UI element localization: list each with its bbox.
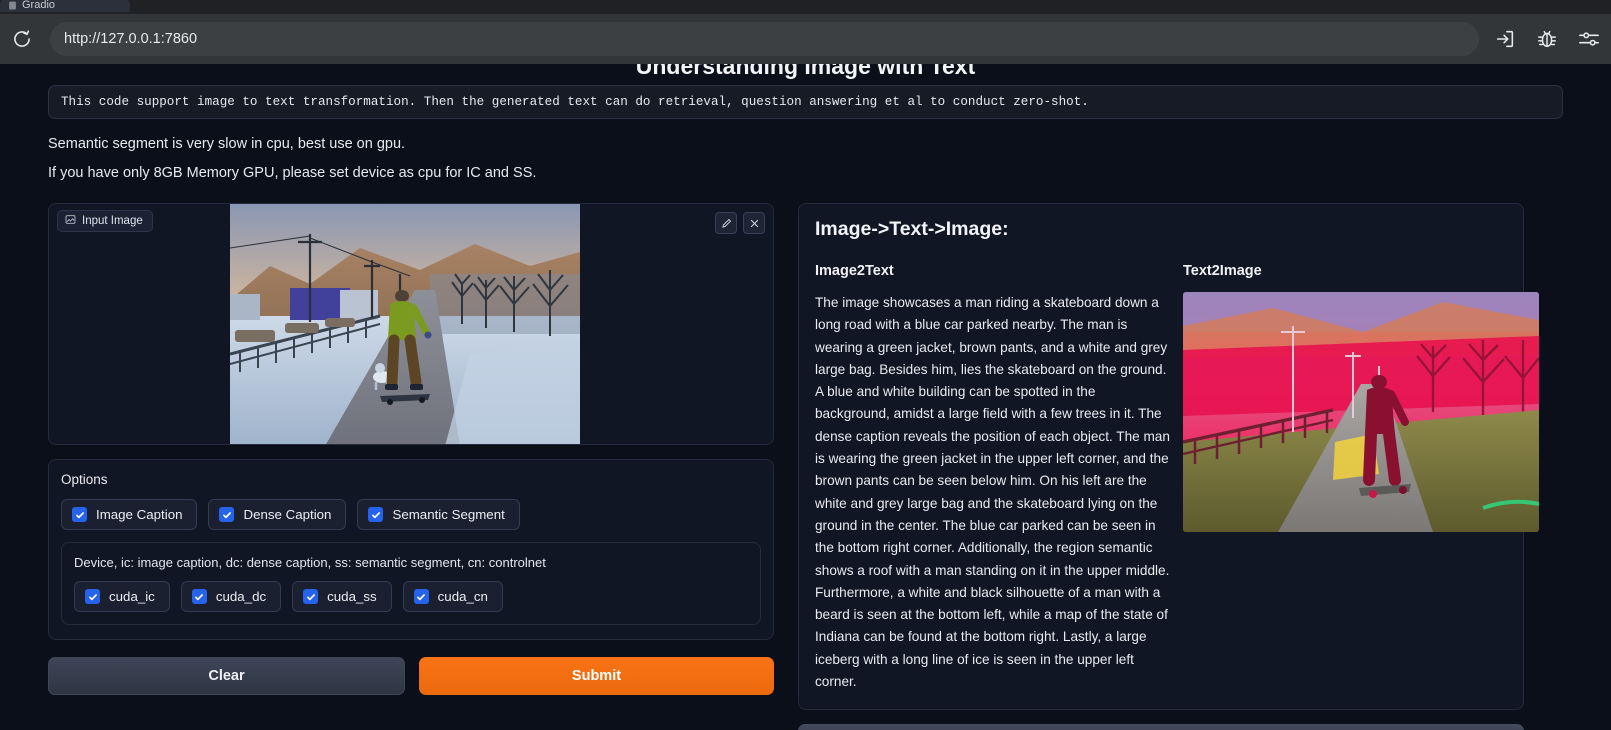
generated-image: [1183, 292, 1539, 532]
check-icon: [368, 507, 384, 522]
checkbox-label: Image Caption: [96, 507, 183, 522]
device-panel: Device, ic: image caption, dc: dense cap…: [61, 542, 761, 625]
reload-icon[interactable]: [4, 21, 40, 57]
action-buttons: Clear Submit: [48, 657, 774, 695]
browser-tab-strip: Gradio: [0, 0, 1611, 14]
browser-tab-title: Gradio: [22, 0, 56, 11]
checkbox-dense-caption[interactable]: Dense Caption: [208, 499, 347, 530]
check-icon: [191, 589, 207, 604]
options-title: Options: [61, 472, 108, 487]
checkbox-semantic-segment[interactable]: Semantic Segment: [357, 499, 520, 530]
bug-icon[interactable]: [1535, 27, 1559, 51]
input-image-panel[interactable]: Input Image: [48, 203, 774, 445]
note-line-2: If you have only 8GB Memory GPU, please …: [48, 165, 537, 181]
url-input[interactable]: http://127.0.0.1:7860: [50, 22, 1479, 56]
clear-button[interactable]: Clear: [48, 657, 405, 695]
app-page: Understanding Image with Text This code …: [0, 64, 1611, 730]
image2text-heading: Image2Text: [815, 263, 894, 279]
device-checkbox-row: cuda_ic cuda_dc cuda_ss cuda_cn: [74, 581, 748, 612]
checkbox-cuda-ic[interactable]: cuda_ic: [74, 581, 170, 612]
results-columns: Image2Text The image showcases a man rid…: [815, 263, 1539, 693]
note-line-1: Semantic segment is very slow in cpu, be…: [48, 136, 406, 152]
input-photo: [230, 204, 580, 444]
checkbox-cuda-cn[interactable]: cuda_cn: [402, 581, 503, 612]
device-title: Device, ic: image caption, dc: dense cap…: [74, 555, 546, 570]
login-icon[interactable]: [1493, 27, 1517, 51]
checkbox-label: cuda_dc: [215, 589, 267, 604]
main-columns: Input Image Options Image Caption Dense …: [48, 203, 1563, 730]
results-panel: Image->Text->Image: Image2Text The image…: [798, 203, 1539, 711]
code-description: This code support image to text transfor…: [48, 85, 1563, 119]
checkbox-label: Dense Caption: [243, 507, 332, 522]
results-title: Image->Text->Image:: [815, 218, 1009, 240]
options-panel: Options Image Caption Dense Caption Sema…: [48, 459, 774, 640]
input-column: Input Image Options Image Caption Dense …: [48, 203, 774, 695]
options-checkbox-row: Image Caption Dense Caption Semantic Seg…: [61, 499, 761, 530]
caption-text: The image showcases a man riding a skate…: [815, 295, 1170, 690]
results-column: Image->Text->Image: Image2Text The image…: [798, 203, 1539, 730]
check-icon: [219, 507, 235, 522]
text2image-section: Text2Image: [1183, 263, 1539, 693]
url-text: http://127.0.0.1:7860: [64, 31, 198, 47]
submit-button[interactable]: Submit: [419, 657, 774, 695]
checkbox-label: cuda_ic: [109, 589, 155, 604]
checkbox-image-caption[interactable]: Image Caption: [61, 499, 198, 530]
pencil-icon[interactable]: [715, 212, 737, 234]
sliders-icon[interactable]: [1577, 27, 1601, 51]
checkbox-cuda-dc[interactable]: cuda_dc: [180, 581, 282, 612]
check-icon: [413, 589, 429, 604]
input-image-label: Input Image: [57, 210, 153, 232]
page-title: Understanding Image with Text: [635, 64, 976, 79]
check-icon: [85, 589, 100, 604]
browser-toolbar: http://127.0.0.1:7860: [0, 14, 1611, 64]
image-icon: [65, 214, 76, 228]
checkbox-label: Semantic Segment: [392, 507, 505, 522]
image-corner-buttons: [715, 212, 765, 234]
text2image-heading: Text2Image: [1183, 263, 1262, 279]
input-image-label-text: Input Image: [82, 215, 143, 227]
check-icon: [303, 589, 319, 604]
flag-button[interactable]: Flag: [798, 724, 1524, 730]
image2text-section: Image2Text The image showcases a man rid…: [815, 263, 1171, 693]
checkbox-label: cuda_ss: [327, 589, 377, 604]
checkbox-cuda-ss[interactable]: cuda_ss: [292, 581, 392, 612]
checkbox-label: cuda_cn: [437, 589, 488, 604]
browser-toolbar-icons: [1493, 27, 1603, 51]
check-icon: [72, 507, 87, 522]
browser-tab[interactable]: Gradio: [0, 0, 130, 12]
page-icon: [8, 1, 17, 10]
close-icon[interactable]: [743, 212, 765, 234]
